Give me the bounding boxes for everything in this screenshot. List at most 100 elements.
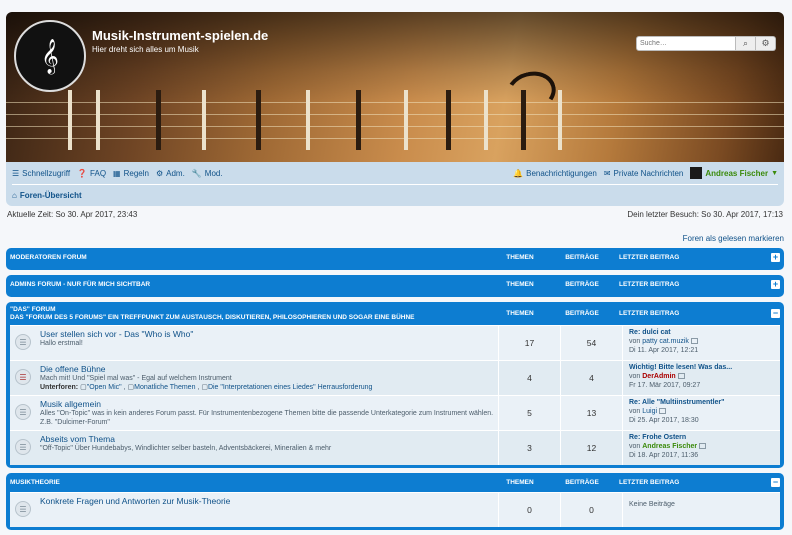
forum-title[interactable]: Konkrete Fragen und Antworten zur Musik-…: [40, 496, 494, 506]
plus-icon[interactable]: +: [771, 253, 780, 262]
last-post: Re: dulci cat von patty cat.muzik Di 11.…: [622, 326, 780, 360]
notifications-label: Benachrichtigungen: [526, 168, 597, 178]
category-header: "DAS" FORUM DAS "FORUM DES 5 FORUMS" EIN…: [10, 302, 780, 325]
last-post-author[interactable]: Luigi: [642, 408, 657, 415]
category-header: MUSIKTHEORIE THEMEN BEITRÄGE LETZTER BEI…: [10, 473, 780, 492]
last-post: Re: Frohe Ostern von Andreas Fischer Di …: [622, 431, 780, 465]
col-posts: BEITRÄGE: [565, 479, 599, 486]
guitar-string: [6, 102, 784, 103]
last-post-by-prefix: von: [629, 372, 641, 380]
col-topics: THEMEN: [506, 254, 534, 261]
last-post-title[interactable]: Re: Frohe Ostern: [629, 434, 774, 443]
last-post-author[interactable]: DerAdmin: [642, 373, 675, 380]
category-subtitle: DAS "FORUM DES 5 FORUMS" EIN TREFFPUNKT …: [10, 313, 415, 321]
post-count: 54: [560, 326, 622, 360]
post-count: 13: [560, 396, 622, 430]
category-moderators: MODERATOREN FORUM THEMEN BEITRÄGE LETZTE…: [6, 248, 784, 270]
col-last-post: LETZTER BEITRAG: [619, 479, 680, 486]
col-last-post: LETZTER BEITRAG: [619, 281, 680, 288]
moderator-panel-link[interactable]: 🔧 Mod.: [192, 169, 223, 178]
minus-icon[interactable]: −: [771, 478, 780, 487]
quick-access-label: Schnellzugriff: [22, 168, 71, 178]
header-banner: 𝄞 Musik-Instrument-spielen.de Hier dreht…: [6, 12, 784, 162]
private-messages-link[interactable]: ✉ Private Nachrichten: [604, 169, 684, 178]
subforum-interpretations[interactable]: Die "Interpretationen eines Liedes" Herr…: [208, 384, 373, 391]
book-icon: ▦: [113, 168, 121, 178]
last-post-by-prefix: von: [629, 337, 641, 345]
site-title[interactable]: Musik-Instrument-spielen.de: [92, 28, 268, 43]
subforums-label: Unterforen:: [40, 384, 79, 392]
notifications-link[interactable]: 🔔 Benachrichtigungen: [513, 169, 597, 178]
forum-title[interactable]: Abseits vom Thema: [40, 434, 494, 444]
page: 𝄞 Musik-Instrument-spielen.de Hier dreht…: [6, 12, 784, 535]
forum-row: ☰ User stellen sich vor - Das "Who is Wh…: [10, 325, 780, 360]
view-latest-post-icon[interactable]: [690, 338, 698, 345]
quick-access-link[interactable]: ☰ Schnellzugriff: [12, 169, 70, 178]
category-das-forum: "DAS" FORUM DAS "FORUM DES 5 FORUMS" EIN…: [6, 302, 784, 468]
mod-label: Mod.: [204, 168, 223, 178]
view-latest-post-icon[interactable]: [677, 373, 685, 380]
category-title[interactable]: ADMINS FORUM - NUR FÜR MICH SICHTBAR: [10, 281, 489, 288]
subforum-icon: ▢: [201, 384, 208, 392]
navbar: ☰ Schnellzugriff ❓ FAQ ▦ Regeln ⚙ Adm. 🔧…: [6, 162, 784, 206]
bars-icon: ☰: [12, 168, 20, 178]
forum-title[interactable]: Musik allgemein: [40, 399, 494, 409]
last-post-author[interactable]: patty cat.muzik: [642, 338, 689, 345]
pm-label: Private Nachrichten: [613, 168, 684, 178]
admin-panel-link[interactable]: ⚙ Adm.: [156, 169, 185, 178]
last-post-by-prefix: von: [629, 407, 641, 415]
category-title[interactable]: MUSIKTHEORIE: [10, 479, 489, 486]
gear-icon[interactable]: ⚙: [756, 36, 776, 51]
cogs-icon: ⚙: [155, 168, 164, 178]
fret: [256, 90, 261, 150]
search-input[interactable]: [636, 36, 736, 51]
forum-description: Hallo erstmal!: [40, 340, 83, 347]
site-logo[interactable]: 𝄞: [14, 20, 86, 92]
search-box: ⌕ ⚙: [636, 36, 776, 51]
faq-label: FAQ: [90, 168, 107, 178]
topic-count: 3: [498, 431, 560, 465]
forum-title[interactable]: Die offene Bühne: [40, 364, 494, 374]
minus-icon[interactable]: −: [771, 309, 780, 318]
home-icon: ⌂: [12, 191, 17, 200]
fret: [202, 90, 206, 150]
rules-label: Regeln: [123, 168, 149, 178]
forum-title[interactable]: User stellen sich vor - Das "Who is Who": [40, 329, 494, 339]
view-latest-post-icon[interactable]: [699, 443, 707, 450]
fret: [68, 90, 72, 150]
category-title[interactable]: "DAS" FORUM: [10, 306, 56, 313]
rules-link[interactable]: ▦ Regeln: [113, 169, 149, 178]
col-topics: THEMEN: [506, 479, 534, 486]
search-icon[interactable]: ⌕: [736, 36, 756, 51]
last-post-author[interactable]: Andreas Fischer: [642, 443, 697, 450]
last-post-title[interactable]: Re: dulci cat: [629, 329, 774, 338]
fret: [404, 90, 408, 150]
category-admins: ADMINS FORUM - NUR FÜR MICH SICHTBAR THE…: [6, 275, 784, 297]
category-musiktheorie: MUSIKTHEORIE THEMEN BEITRÄGE LETZTER BEI…: [6, 473, 784, 530]
view-latest-post-icon[interactable]: [659, 408, 667, 415]
mark-forums-read-link[interactable]: Foren als gelesen markieren: [6, 234, 784, 243]
f-hole: [501, 66, 561, 118]
col-posts: BEITRÄGE: [565, 254, 599, 261]
guitar-string: [6, 138, 784, 139]
current-time: Aktuelle Zeit: So 30. Apr 2017, 23:43: [7, 210, 138, 219]
category-title[interactable]: MODERATOREN FORUM: [10, 254, 489, 261]
breadcrumb-home[interactable]: Foren-Übersicht: [20, 191, 82, 200]
last-post-title[interactable]: Wichtig! Bitte lesen! Was das...: [629, 364, 774, 373]
fret: [446, 90, 451, 150]
faq-link[interactable]: ❓ FAQ: [77, 169, 106, 178]
topic-count: 4: [498, 361, 560, 395]
last-post-title[interactable]: Re: Alle "Multiinstrumentler": [629, 399, 774, 408]
forum-read-icon: ☰: [15, 404, 31, 420]
last-post: Wichtig! Bitte lesen! Was das... von Der…: [622, 361, 780, 395]
question-icon: ❓: [77, 168, 88, 178]
col-posts: BEITRÄGE: [565, 310, 599, 317]
forum-row: ☰ Die offene Bühne Mach mit! Und "Spiel …: [10, 360, 780, 395]
post-count: 4: [560, 361, 622, 395]
user-menu[interactable]: Andreas Fischer ▼: [690, 167, 778, 179]
plus-icon[interactable]: +: [771, 280, 780, 289]
breadcrumb: ⌂ Foren-Übersicht: [12, 184, 778, 206]
subforum-monthly-topics[interactable]: Monatliche Themen: [134, 384, 195, 391]
topic-count: 17: [498, 326, 560, 360]
subforum-open-mic[interactable]: "Open Mic": [87, 384, 122, 391]
